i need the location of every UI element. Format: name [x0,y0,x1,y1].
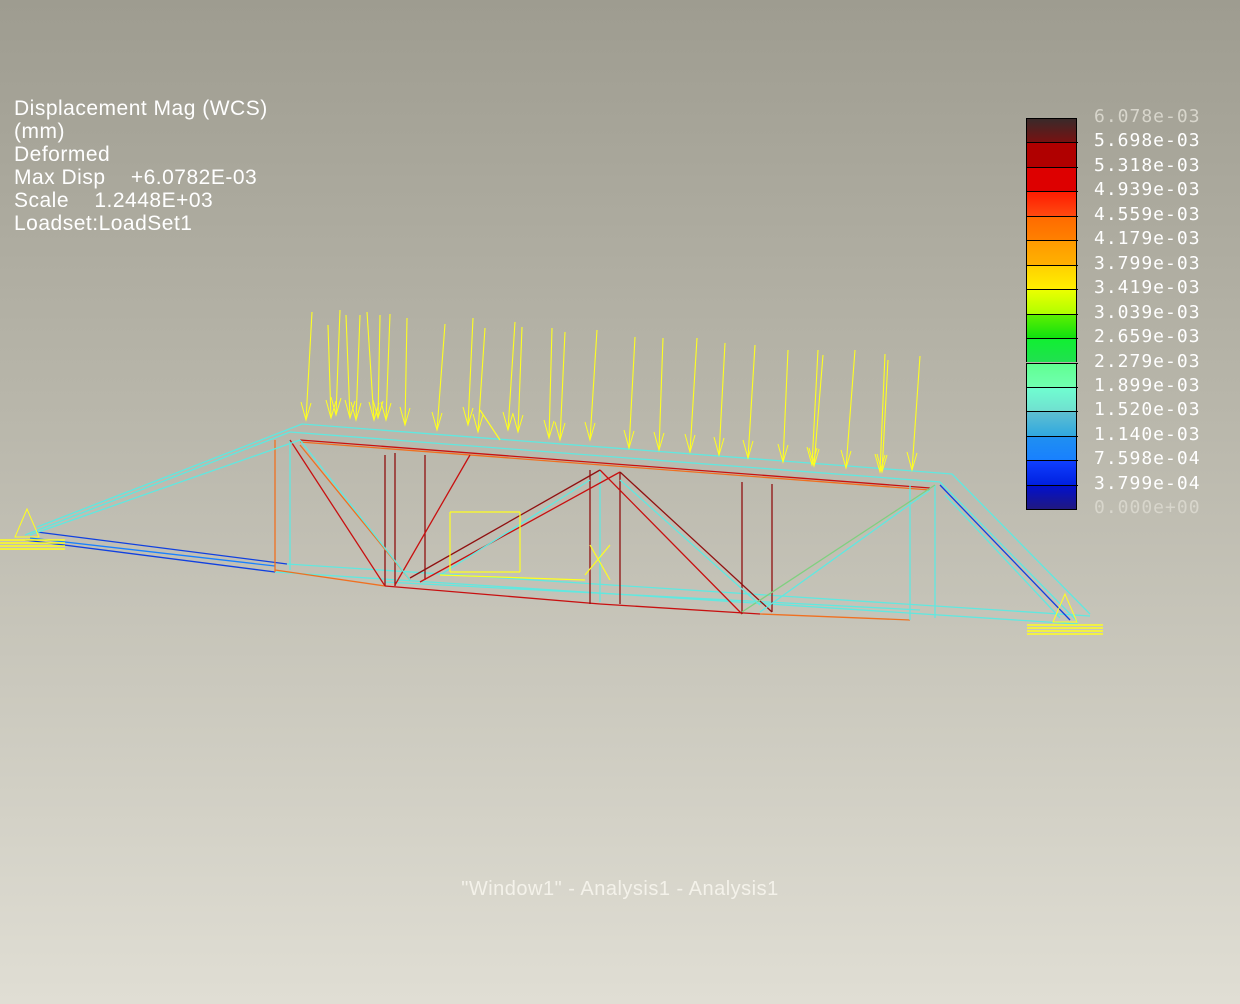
legend-tick [1026,362,1078,364]
legend-tick [1026,386,1078,388]
legend-tick [1026,166,1078,168]
legend-band [1026,386,1077,412]
load-arrow [658,337,664,451]
legend-band [1026,215,1077,241]
top-chord-left [24,431,291,536]
legend-label: 2.279e-03 [1094,350,1201,372]
legend-label: 3.039e-03 [1094,301,1201,323]
truss-diagonal [944,494,1061,619]
load-arrow [782,349,789,463]
max-displacement: Max Disp +6.0782E-03 [14,166,258,189]
legend-label: 5.698e-03 [1094,130,1201,152]
result-quantity: Displacement Mag (WCS) [14,97,268,120]
inner-bottom-chord [384,585,601,605]
truss-diagonal [599,469,743,615]
window-caption: "Window1" - Analysis1 - Analysis1 [461,878,779,900]
legend-label: 4.179e-03 [1094,228,1201,250]
load-arrow [404,317,408,426]
load-arrow [689,337,698,453]
bottom-chord [24,539,276,573]
constraint-marker [584,544,611,576]
legend-label: 2.659e-03 [1094,326,1201,348]
legend-band [1026,411,1077,436]
legend-label: 0.000e+00 [1094,497,1201,519]
truss-diagonal [741,484,936,613]
inner-bottom-chord [384,581,921,611]
legend-band [1026,240,1077,265]
load-arrow [366,311,375,421]
legend-band [1026,313,1077,338]
legend-label: 6.078e-03 [1094,106,1201,127]
truss-diagonal [409,469,601,579]
legend-tick [1026,240,1078,242]
legend-band [1026,191,1077,216]
load-arrow [436,323,446,431]
load-arrow [747,344,756,459]
truss-diagonal [439,479,591,576]
legend-label: 3.799e-04 [1094,472,1201,494]
truss-diagonal [619,479,761,606]
truss-diagonal [759,489,931,613]
load-arrow [845,349,856,469]
load-arrow [377,314,381,419]
legend-tick [1026,435,1078,437]
result-units: (mm) [14,120,65,143]
legend-band [1026,435,1077,461]
inner-bottom-chord [599,603,761,615]
legend-label: 1.140e-03 [1094,423,1201,445]
legend-label: 3.419e-03 [1094,277,1201,299]
load-arrow [385,313,391,421]
legend-tick [1026,484,1078,486]
legend-label: 4.559e-03 [1094,203,1201,225]
legend-band [1026,264,1077,290]
legend-tick [1026,338,1078,340]
deformation-scale: Scale 1.2448E+03 [14,189,214,212]
legend-band [1026,338,1077,363]
legend-tick [1026,142,1078,144]
legend-band [1026,484,1077,511]
load-arrow [355,314,361,421]
load-arrow [517,326,523,433]
legend-label: 5.318e-03 [1094,154,1201,176]
load-arrow [345,314,351,419]
legend-band [1026,289,1077,314]
legend-label: 1.899e-03 [1094,374,1201,396]
truss-diagonal [29,439,301,536]
legend-label: 1.520e-03 [1094,399,1201,421]
bottom-chord [36,531,288,565]
legend-tick [1026,411,1078,413]
load-arrow [327,324,332,419]
load-arrow [911,355,921,471]
load-arrow [548,327,553,439]
load-arrow [589,329,598,441]
legend-band [1026,142,1077,167]
legend-label: 7.598e-04 [1094,448,1201,470]
inner-bottom-chord [759,613,911,621]
bottom-chord [286,563,1091,617]
top-chord-left [36,423,303,528]
legend-tick [1026,264,1078,266]
load-arrow [335,309,341,416]
load-arrow [507,321,516,431]
truss-diagonal [289,439,386,587]
loadset-name: Loadset:LoadSet1 [14,212,193,235]
legend-tick [1026,313,1078,315]
legend-label: 3.799e-03 [1094,252,1201,274]
legend-band [1026,362,1077,387]
result-info-panel: Displacement Mag (WCS) (mm) Deformed Max… [14,97,268,235]
legend-tick [1026,460,1078,462]
legend-tick [1026,215,1078,217]
truss-diagonal [299,439,411,581]
legend-label: 4.939e-03 [1094,179,1201,201]
legend-band [1026,118,1077,144]
legend-tick [1026,191,1078,193]
legend-tick [1026,289,1078,291]
constraint-marker [479,409,501,441]
result-mode: Deformed [14,143,111,166]
bottom-chord [29,537,276,567]
legend-band [1026,166,1077,192]
legend-band [1026,460,1077,485]
